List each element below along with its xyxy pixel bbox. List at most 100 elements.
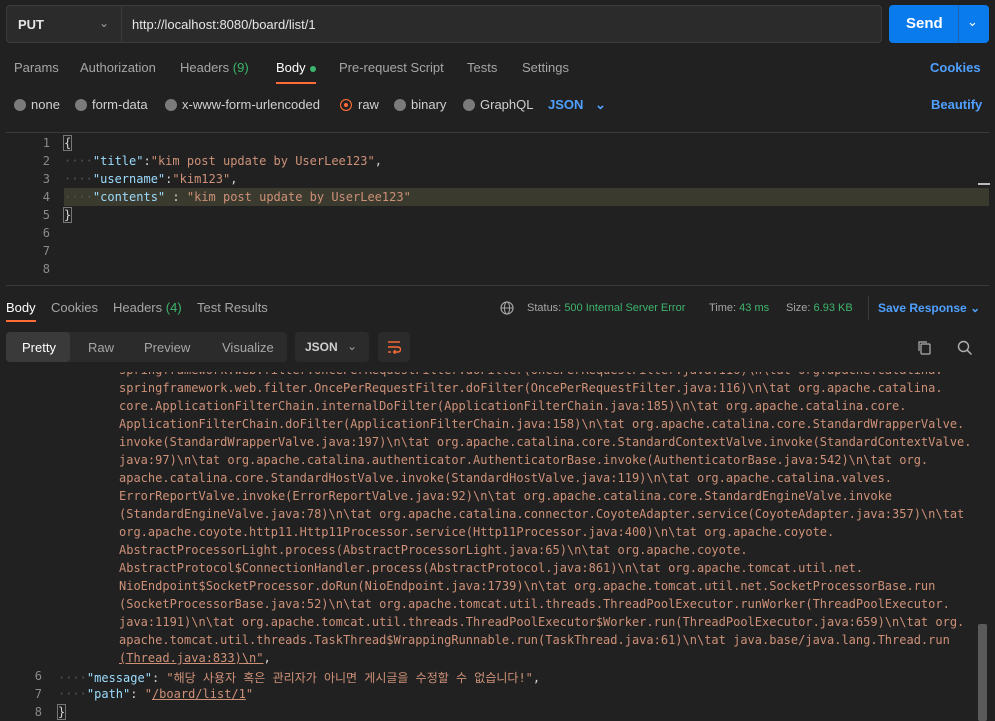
trace-line: org.apache.coyote.http11.Http11Processor… — [119, 525, 835, 539]
trace-line: AbstractProcessorLight.process(AbstractP… — [119, 543, 748, 557]
trace-line: (Thread.java:833)\n", — [119, 651, 271, 665]
chevron-down-icon: ⌄ — [99, 16, 110, 30]
trace-line: springframework.web.filter.OncePerReques… — [119, 381, 943, 395]
view-mode-switch: Pretty Raw Preview Visualize — [6, 332, 287, 362]
radio-form-data[interactable] — [75, 99, 87, 111]
time-value: 43 ms — [739, 302, 770, 314]
closing-brace: } — [56, 704, 67, 720]
tab-settings[interactable]: Settings — [522, 60, 569, 75]
chevron-down-icon: ⌄ — [347, 339, 358, 353]
radio-binary-label[interactable]: binary — [411, 97, 446, 112]
request-body-editor[interactable]: 1 2 3 4 5 6 7 8 { ····"title":"kim post … — [6, 132, 990, 286]
radio-urlencoded[interactable] — [165, 99, 177, 111]
radio-graphql-label[interactable]: GraphQL — [480, 97, 533, 112]
send-button[interactable]: Send ⌄ — [889, 5, 989, 43]
response-body[interactable]: springframework.web.filter.OncePerReques… — [0, 372, 995, 721]
radio-graphql[interactable] — [463, 99, 475, 111]
trace-line: AbstractProtocol$ConnectionHandler.proce… — [119, 561, 864, 575]
cookies-link[interactable]: Cookies — [930, 60, 981, 75]
url-value: http://localhost:8080/board/list/1 — [132, 17, 316, 32]
radio-none[interactable] — [14, 99, 26, 111]
line-number: 4 — [42, 190, 50, 204]
chevron-down-icon[interactable]: ⌄ — [967, 14, 978, 30]
tab-body[interactable]: Body — [276, 60, 316, 75]
line-number: 6 — [42, 226, 50, 240]
trace-line: core.ApplicationFilterChain.internalDoFi… — [119, 399, 907, 413]
path-line: ····"path": "/board/list/1" — [58, 687, 254, 701]
radio-raw[interactable] — [340, 99, 352, 111]
tab-headers[interactable]: Headers (9) — [180, 60, 249, 75]
trace-line: java:97)\n\tat org.apache.catalina.authe… — [119, 453, 929, 467]
resp-tab-cookies[interactable]: Cookies — [51, 300, 98, 315]
resp-tab-test-results[interactable]: Test Results — [197, 300, 268, 315]
method-select[interactable]: PUT ⌄ — [6, 5, 122, 43]
trace-line: (SocketProcessorBase.java:52)\n\tat org.… — [119, 597, 950, 611]
radio-raw-label[interactable]: raw — [358, 97, 379, 112]
size-value: 6.93 KB — [813, 302, 853, 314]
editor-scroll-marker — [978, 183, 990, 185]
view-raw[interactable]: Raw — [88, 340, 114, 355]
response-format-select[interactable]: JSON ⌄ — [295, 332, 369, 362]
status-value: 500 Internal Server Error — [564, 302, 686, 314]
headers-count: (4) — [165, 300, 182, 315]
radio-none-label[interactable]: none — [31, 97, 60, 112]
trace-line: (StandardEngineValve.java:78)\n\tat org.… — [119, 507, 965, 521]
globe-icon[interactable] — [500, 301, 514, 315]
code-line: } — [62, 207, 73, 223]
language-label: JSON — [548, 97, 584, 112]
code-line: ····"contents" : "kim post update by Use… — [64, 190, 411, 204]
resp-tab-headers[interactable]: Headers (4) — [113, 300, 182, 315]
line-number: 8 — [42, 262, 50, 276]
response-scrollbar[interactable] — [978, 624, 987, 721]
path-link[interactable]: /board/list/1 — [152, 687, 246, 701]
send-label: Send — [906, 15, 943, 32]
chevron-down-icon: ⌄ — [595, 97, 606, 112]
line-number: 2 — [42, 154, 50, 168]
line-number: 7 — [34, 687, 42, 701]
beautify-link[interactable]: Beautify — [931, 97, 982, 112]
divider — [868, 296, 869, 320]
save-response-button[interactable]: Save Response ⌄ — [878, 301, 980, 315]
trace-line: java:1191)\n\tat org.apache.tomcat.util.… — [119, 615, 965, 629]
line-number: 6 — [34, 669, 42, 683]
url-input[interactable]: http://localhost:8080/board/list/1 — [122, 5, 882, 43]
view-preview[interactable]: Preview — [144, 340, 190, 355]
send-divider — [958, 5, 959, 43]
trace-line: apache.catalina.core.StandardHostValve.i… — [119, 471, 893, 485]
view-visualize[interactable]: Visualize — [222, 340, 274, 355]
code-line: ····"title":"kim post update by UserLee1… — [64, 154, 382, 168]
copy-icon[interactable] — [917, 340, 932, 355]
headers-count: (9) — [232, 60, 249, 75]
tab-authorization[interactable]: Authorization — [80, 60, 156, 75]
trace-line: springframework.web.filter.OncePerReques… — [119, 372, 943, 377]
chevron-down-icon: ⌄ — [970, 301, 981, 315]
tab-tests[interactable]: Tests — [467, 60, 497, 75]
tab-body-label: Body — [276, 60, 306, 75]
resp-tab-headers-label: Headers — [113, 300, 163, 315]
status-info: Status: 500 Internal Server Error — [527, 302, 686, 314]
time-info: Time: 43 ms — [709, 302, 770, 314]
radio-urlencoded-label[interactable]: x-www-form-urlencoded — [182, 97, 320, 112]
modified-dot-icon — [309, 65, 316, 72]
wrap-lines-button[interactable] — [378, 332, 410, 362]
wrap-lines-icon — [388, 341, 401, 354]
code-line: { — [62, 135, 73, 151]
request-tabs: Params Authorization Headers (9) Body Pr… — [0, 54, 995, 84]
code-line: ····"username":"kim123", — [64, 172, 238, 186]
tab-prerequest-script[interactable]: Pre-request Script — [339, 60, 444, 75]
size-info: Size: 6.93 KB — [786, 302, 853, 314]
message-line: ····"message": "해당 사용자 혹은 관리자가 아니면 게시글을 … — [58, 671, 541, 685]
search-icon[interactable] — [957, 340, 973, 356]
view-pretty[interactable]: Pretty — [22, 340, 56, 355]
tab-headers-label: Headers — [180, 60, 230, 75]
resp-tab-body[interactable]: Body — [6, 300, 36, 315]
active-tab-underline — [276, 82, 316, 84]
line-number: 7 — [42, 244, 50, 258]
trace-line: invoke(StandardWrapperValve.java:197)\n\… — [119, 435, 972, 449]
tab-params[interactable]: Params — [14, 60, 59, 75]
line-number: 8 — [34, 705, 42, 719]
language-select[interactable]: JSON ⌄ — [548, 97, 606, 113]
trace-line: ApplicationFilterChain.doFilter(Applicat… — [119, 417, 965, 431]
radio-form-data-label[interactable]: form-data — [92, 97, 148, 112]
radio-binary[interactable] — [394, 99, 406, 111]
